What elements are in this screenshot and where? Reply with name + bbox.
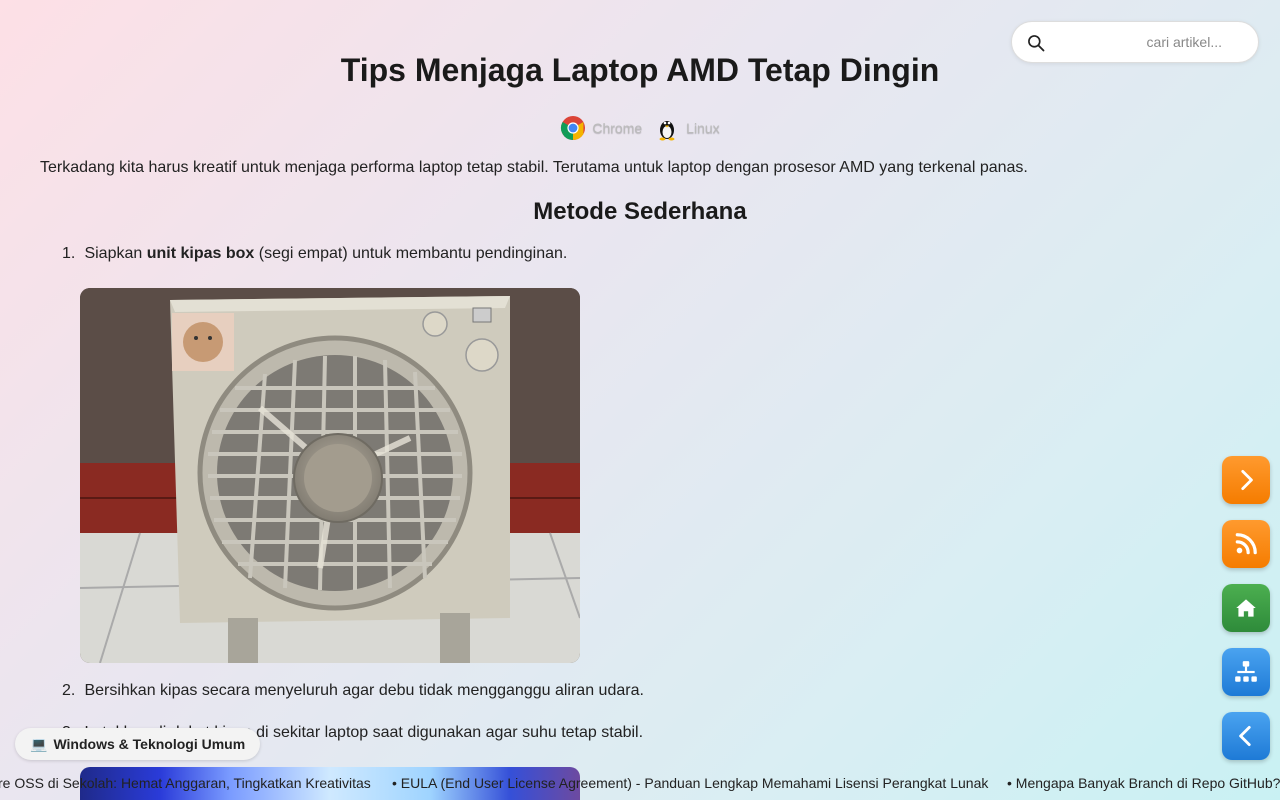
category-label: Windows & Teknologi Umum xyxy=(53,736,246,752)
tag-linux-label: Linux xyxy=(686,120,720,136)
laptop-emoji-icon: 💻 xyxy=(30,735,48,752)
article-intro: Terkadang kita harus kreatif untuk menja… xyxy=(40,159,1028,176)
list-item: 1. Siapkan unit kipas box (segi empat) u… xyxy=(62,245,567,263)
sitemap-icon xyxy=(1235,661,1257,682)
linux-tux-icon xyxy=(659,121,675,141)
news-ticker: re OSS di Sekolah: Hemat Anggaran, Tingk… xyxy=(0,774,1280,794)
ticker-item-text: EULA (End User License Agreement) - Pand… xyxy=(400,775,989,791)
box-fan-photo xyxy=(80,288,580,663)
ticker-item-text: Mengapa Banyak Branch di Repo GitHub? xyxy=(1015,775,1280,791)
list-item: 2. Bersihkan kipas secara menyeluruh aga… xyxy=(62,682,644,700)
rss-icon xyxy=(1235,533,1257,555)
home-icon xyxy=(1236,599,1256,617)
step-emphasis: unit kipas box xyxy=(146,245,255,262)
rss-button[interactable] xyxy=(1222,520,1270,568)
chevron-left-icon xyxy=(1239,725,1251,747)
ticker-item[interactable]: • Mengapa Banyak Branch di Repo GitHub? xyxy=(1007,775,1280,791)
home-button[interactable] xyxy=(1222,584,1270,632)
tag-linux[interactable]: Linux xyxy=(654,115,720,141)
ticker-item[interactable]: • EULA (End User License Agreement) - Pa… xyxy=(392,775,988,791)
ticker-item[interactable]: re OSS di Sekolah: Hemat Anggaran, Tingk… xyxy=(0,775,371,791)
step-text: Bersihkan kipas secara menyeluruh agar d… xyxy=(84,682,644,699)
section-heading: Metode Sederhana xyxy=(533,198,747,225)
search-icon xyxy=(1028,35,1045,52)
step-number: 1. xyxy=(62,245,76,262)
step-number: 2. xyxy=(62,682,76,699)
tag-chrome-label: Chrome xyxy=(592,120,643,136)
tag-chrome[interactable]: Chrome xyxy=(560,115,642,141)
step-text: (segi empat) untuk membantu pendinginan. xyxy=(254,245,568,262)
prev-button[interactable] xyxy=(1222,712,1270,760)
step-text: Siapkan xyxy=(84,245,147,262)
article-tags: Chrome Linux xyxy=(0,115,1280,141)
next-button[interactable] xyxy=(1222,456,1270,504)
chevron-right-icon xyxy=(1241,469,1253,491)
article-title: Tips Menjaga Laptop AMD Tetap Dingin xyxy=(340,52,940,88)
chrome-icon xyxy=(561,116,586,140)
category-pill[interactable]: 💻 Windows & Teknologi Umum xyxy=(15,728,261,760)
sitemap-button[interactable] xyxy=(1222,648,1270,696)
